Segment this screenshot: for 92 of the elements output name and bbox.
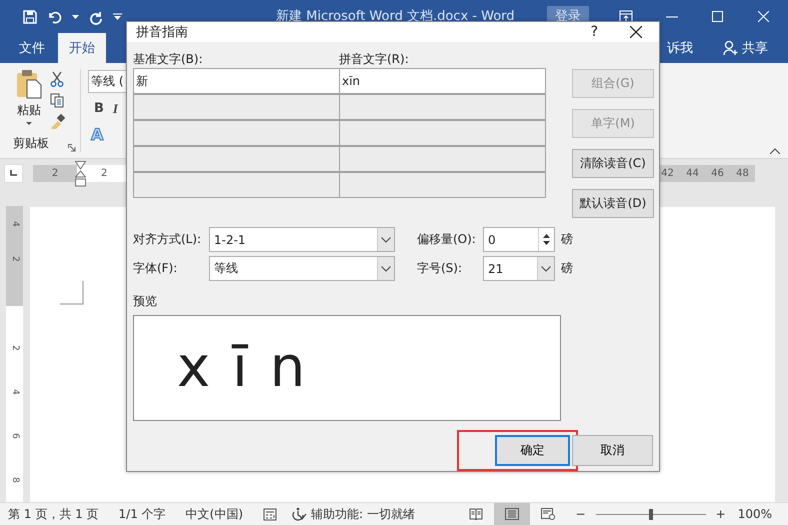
status-text[interactable]: 1/1 个字: [118, 506, 166, 522]
unit-label: 磅: [561, 231, 573, 248]
maximize-icon[interactable]: [712, 11, 723, 22]
book-icon: [468, 508, 483, 520]
dropdown[interactable]: 21: [483, 256, 555, 281]
customize-icon[interactable]: [113, 12, 122, 20]
accessibility-icon: [291, 507, 308, 521]
field-label: 偏移量(O):: [417, 231, 477, 248]
preview-label: 预览: [133, 293, 158, 310]
format-button[interactable]: I: [112, 101, 118, 117]
zoom-level[interactable]: 100%: [738, 507, 772, 521]
person-add-icon: [723, 40, 739, 56]
caret-icon[interactable]: [72, 14, 79, 18]
field-label: 拼音文字(R):: [339, 50, 410, 68]
base-text-field[interactable]: 新: [134, 69, 339, 93]
base-text-field[interactable]: [134, 173, 339, 197]
group-label: 剪贴板: [13, 135, 49, 152]
minimize-icon[interactable]: [666, 16, 678, 18]
ruby-text-field[interactable]: xīn: [340, 69, 545, 93]
ruby-text-field[interactable]: [340, 147, 545, 171]
spinner-value: 0: [488, 232, 496, 246]
ruler-number: 4: [10, 389, 20, 395]
ruler-number: 2: [10, 345, 20, 351]
ruler-number: 8: [10, 477, 20, 483]
field-label: 字号(S):: [417, 260, 464, 277]
format-painter-icon[interactable]: [50, 114, 65, 129]
unit-label: 磅: [561, 260, 573, 277]
format-button[interactable]: B: [94, 101, 104, 117]
ruler-number: 2: [10, 256, 20, 262]
close-icon[interactable]: [630, 26, 642, 38]
dropdown[interactable]: 1-2-1: [209, 227, 395, 252]
indent-marker-icon[interactable]: [75, 160, 86, 186]
proofing-icon[interactable]: [263, 508, 278, 520]
tell-me-text[interactable]: 诉我: [667, 39, 693, 57]
ribbon-tab[interactable]: 开始: [58, 33, 106, 63]
page-layout-icon: [504, 508, 519, 520]
tab-stop-icon: [10, 170, 17, 176]
paste-label[interactable]: 粘贴: [17, 102, 41, 119]
dropdown-value: 21: [488, 262, 504, 276]
cancel-button[interactable]: 取消: [572, 435, 653, 466]
ruby-text-field[interactable]: [340, 173, 545, 197]
ribbon-tab[interactable]: 文件: [8, 33, 56, 63]
tab-selector[interactable]: [4, 164, 23, 182]
zoom-out-button[interactable]: −: [576, 507, 586, 521]
web-layout-icon: [540, 508, 555, 520]
field-label: 字体(F):: [133, 260, 178, 277]
margin-corner-mark: [60, 281, 84, 305]
copy-icon[interactable]: [50, 93, 64, 108]
chevron-down-icon: [381, 236, 391, 242]
ok-button[interactable]: 确定: [495, 435, 570, 466]
spin-up-icon[interactable]: [543, 234, 550, 238]
chevron-down-icon: [381, 266, 391, 272]
base-text-field[interactable]: [134, 95, 339, 119]
spin-down-icon[interactable]: [543, 241, 550, 245]
ruler-number: 44: [686, 168, 699, 178]
dialog-button[interactable]: 清除读音(C): [572, 149, 654, 178]
base-text-field[interactable]: [134, 121, 339, 145]
save-icon[interactable]: [22, 8, 38, 24]
paste-icon[interactable]: [16, 69, 42, 99]
ruler-number: 42: [661, 168, 674, 178]
ruby-text-field[interactable]: [340, 121, 545, 145]
font-field[interactable]: 等线 (: [88, 70, 126, 93]
field-label: 对齐方式(L):: [133, 231, 202, 248]
caret-icon[interactable]: [26, 122, 32, 125]
help-button[interactable]: ?: [590, 24, 598, 40]
dropdown-value: 1-2-1: [214, 232, 246, 246]
accessibility-status[interactable]: 辅助功能: 一切就绪: [291, 506, 415, 522]
preview-text: xīn: [177, 340, 328, 396]
ruler-number: 46: [711, 168, 724, 178]
field-label: 基准文字(B):: [133, 50, 204, 68]
ruler-number: 4: [10, 220, 20, 226]
status-text[interactable]: 第 1 页，共 1 页: [8, 506, 99, 522]
ruler-number: 6: [10, 433, 20, 439]
chevron-down-icon: [541, 266, 551, 272]
zoom-in-button[interactable]: +: [716, 507, 726, 521]
ruby-text-field[interactable]: [340, 95, 545, 119]
scissors-icon[interactable]: [50, 71, 64, 87]
view-button[interactable]: [494, 503, 530, 525]
status-text[interactable]: 中文(中国): [186, 506, 244, 522]
ruler-number: 2: [52, 168, 58, 178]
dropdown[interactable]: 等线: [209, 256, 395, 281]
dropdown-value: 等线: [214, 260, 238, 277]
ruler-number: 2: [101, 168, 108, 178]
collapse-ribbon-icon[interactable]: [770, 148, 780, 154]
dialog-launcher-icon[interactable]: [68, 144, 76, 152]
spinner-field[interactable]: 0: [483, 227, 555, 252]
ruler-number: 48: [736, 168, 749, 178]
zoom-slider-thumb[interactable]: [648, 508, 653, 520]
dialog-title: 拼音指南: [136, 24, 188, 41]
dialog-button[interactable]: 默认读音(D): [572, 189, 654, 218]
base-text-field[interactable]: [134, 147, 339, 171]
share-button[interactable]: 共享: [717, 38, 774, 58]
